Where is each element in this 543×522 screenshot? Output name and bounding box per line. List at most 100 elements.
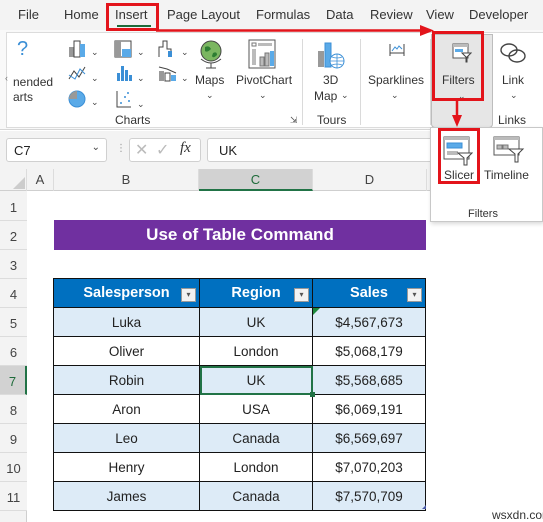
tab-view[interactable]: View bbox=[426, 7, 454, 22]
line-chart-icon bbox=[68, 66, 86, 80]
timeline-button[interactable]: Timeline bbox=[483, 132, 539, 184]
cell-salesperson[interactable]: Aron bbox=[53, 394, 200, 424]
cancel-icon[interactable]: ✕ bbox=[135, 140, 148, 160]
header-region[interactable]: Region ▾ bbox=[199, 278, 313, 308]
link-button[interactable]: Link bbox=[502, 73, 524, 87]
select-all-corner[interactable] bbox=[0, 169, 27, 191]
filter-dropdown-icon[interactable]: ▾ bbox=[294, 288, 309, 302]
combo-chart-icon bbox=[158, 66, 177, 82]
table-row: Robin UK $5,568,685 bbox=[53, 365, 426, 395]
filter-dropdown-icon[interactable]: ▾ bbox=[181, 288, 196, 302]
fill-handle[interactable] bbox=[310, 392, 315, 397]
annotation-arrow-down-icon bbox=[452, 100, 462, 127]
scroll-left-icon[interactable]: ‹ bbox=[5, 73, 8, 83]
pie-chart-icon bbox=[68, 90, 86, 108]
row-header-2[interactable]: 2 bbox=[0, 221, 27, 250]
sparklines-button[interactable]: Sparklines bbox=[368, 73, 424, 87]
row-header-9[interactable]: 9 bbox=[0, 424, 27, 453]
3d-map-button[interactable]: Map bbox=[314, 89, 337, 103]
watermark: wsxdn.com bbox=[492, 508, 543, 522]
tab-page-layout[interactable]: Page Layout bbox=[167, 7, 240, 22]
tours-group-label: Tours bbox=[317, 113, 347, 127]
svg-text:⌄: ⌄ bbox=[91, 73, 99, 83]
cell-sales[interactable]: $6,069,191 bbox=[312, 394, 426, 424]
svg-text:⌄: ⌄ bbox=[137, 47, 145, 57]
cell-sales[interactable]: $7,070,203 bbox=[312, 452, 426, 482]
sparklines-icon bbox=[389, 44, 405, 56]
column-header-c[interactable]: C bbox=[199, 169, 313, 191]
row-header-6[interactable]: 6 bbox=[0, 337, 27, 366]
table-row: Luka UK $4,567,673 bbox=[53, 307, 426, 337]
filter-dropdown-icon[interactable]: ▾ bbox=[407, 288, 422, 302]
cell-salesperson[interactable]: Leo bbox=[53, 423, 200, 453]
recommended-charts-icon[interactable]: ? bbox=[17, 38, 28, 61]
sparklines-dropdown-icon[interactable]: ⌄ bbox=[391, 90, 399, 101]
link-dropdown-icon[interactable]: ⌄ bbox=[510, 90, 518, 101]
formula-buttons: ✕ ✓ fx bbox=[129, 138, 201, 162]
row-header-11[interactable]: 11 bbox=[0, 482, 27, 511]
row-header-5[interactable]: 5 bbox=[0, 308, 27, 337]
tab-file[interactable]: File bbox=[18, 7, 39, 22]
cell-sales[interactable]: $5,568,685 bbox=[312, 365, 426, 395]
tab-data[interactable]: Data bbox=[326, 7, 353, 22]
cell-sales[interactable]: $5,068,179 bbox=[312, 336, 426, 366]
row-header-7[interactable]: 7 bbox=[0, 366, 27, 395]
cell-region[interactable]: London bbox=[199, 452, 313, 482]
dialog-launcher-icon[interactable]: ⇲ bbox=[290, 115, 298, 126]
cell-salesperson[interactable]: Oliver bbox=[53, 336, 200, 366]
column-header-a[interactable]: A bbox=[27, 169, 54, 191]
cell-sales[interactable]: $7,570,709 bbox=[312, 481, 426, 511]
pivotchart-button[interactable]: PivotChart bbox=[236, 73, 292, 87]
tab-formulas[interactable]: Formulas bbox=[256, 7, 310, 22]
cell-salesperson[interactable]: James bbox=[53, 481, 200, 511]
3d-map-dropdown-icon[interactable]: ⌄ bbox=[341, 90, 349, 101]
pivotchart-dropdown-icon[interactable]: ⌄ bbox=[259, 90, 267, 101]
table-row: Leo Canada $6,569,697 bbox=[53, 423, 426, 453]
selected-cell-c7[interactable]: UK bbox=[199, 365, 313, 395]
cell-region[interactable]: Canada bbox=[199, 481, 313, 511]
cell-sales[interactable]: $6,569,697 bbox=[312, 423, 426, 453]
table-row: Aron USA $6,069,191 bbox=[53, 394, 426, 424]
header-salesperson[interactable]: Salesperson ▾ bbox=[53, 278, 200, 308]
column-chart-icon bbox=[69, 40, 85, 58]
waterfall-chart-icon bbox=[158, 40, 172, 57]
name-box-dropdown-icon[interactable]: ⌄ bbox=[92, 142, 100, 153]
column-header-b[interactable]: B bbox=[54, 169, 199, 191]
link-icon bbox=[500, 43, 526, 63]
svg-text:⌄: ⌄ bbox=[181, 73, 189, 83]
tab-review[interactable]: Review bbox=[370, 7, 413, 22]
row-header-8[interactable]: 8 bbox=[0, 395, 27, 424]
header-sales[interactable]: Sales ▾ bbox=[312, 278, 426, 308]
insert-function-icon[interactable]: fx bbox=[180, 140, 191, 157]
table-resize-handle-icon[interactable] bbox=[422, 505, 426, 509]
maps-button[interactable]: Maps bbox=[195, 73, 224, 87]
error-indicator-icon[interactable] bbox=[313, 308, 321, 316]
3d-map-icon bbox=[318, 42, 345, 69]
cell-region[interactable]: USA bbox=[199, 394, 313, 424]
cell-sales[interactable]: $4,567,673 bbox=[312, 307, 426, 337]
cell-salesperson[interactable]: Robin bbox=[53, 365, 200, 395]
row-header-3[interactable]: 3 bbox=[0, 250, 27, 279]
tab-developer[interactable]: Developer bbox=[469, 7, 528, 22]
maps-globe-icon bbox=[200, 40, 222, 69]
table-row: Oliver London $5,068,179 bbox=[53, 336, 426, 366]
cell-salesperson[interactable]: Henry bbox=[53, 452, 200, 482]
cell-region[interactable]: UK bbox=[199, 307, 313, 337]
row-header-1[interactable]: 1 bbox=[0, 191, 27, 221]
cell-region[interactable]: London bbox=[199, 336, 313, 366]
recommended-charts-label: nended arts bbox=[13, 75, 54, 104]
enter-icon[interactable]: ✓ bbox=[156, 140, 169, 160]
cell-salesperson[interactable]: Luka bbox=[53, 307, 200, 337]
row-header-4[interactable]: 4 bbox=[0, 279, 27, 308]
annotation-slicer-highlight bbox=[438, 128, 480, 184]
column-header-d[interactable]: D bbox=[313, 169, 427, 191]
tab-home[interactable]: Home bbox=[64, 7, 99, 22]
cell-region[interactable]: Canada bbox=[199, 423, 313, 453]
maps-dropdown-icon[interactable]: ⌄ bbox=[206, 90, 214, 101]
charts-group-label: Charts bbox=[115, 113, 151, 127]
formula-bar-grip-icon[interactable]: ⋮ bbox=[116, 143, 126, 154]
row-header-10[interactable]: 10 bbox=[0, 453, 27, 482]
sheet-title[interactable]: Use of Table Command bbox=[54, 220, 426, 250]
name-box[interactable]: C7 ⌄ bbox=[6, 138, 107, 162]
links-group-label: Links bbox=[498, 113, 527, 127]
